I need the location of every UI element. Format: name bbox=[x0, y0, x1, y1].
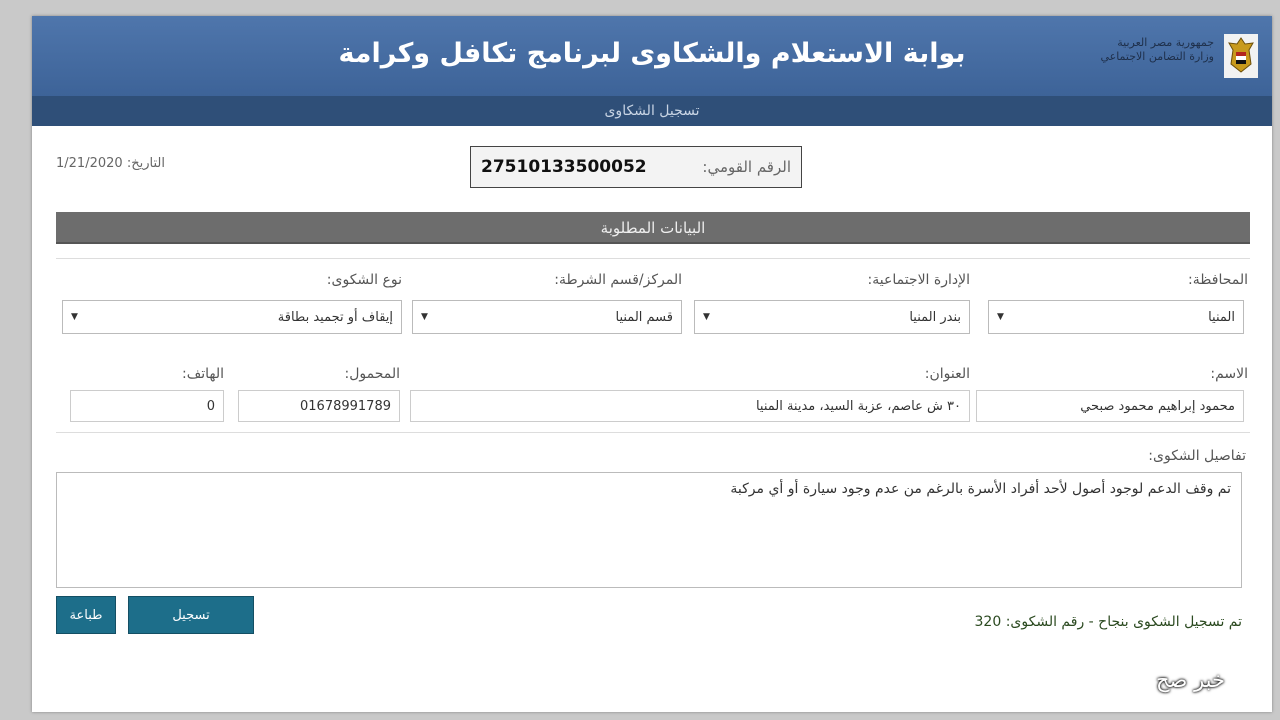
police-center-select[interactable]: قسم المنيا ▼ bbox=[412, 300, 682, 334]
governorate-value: المنيا bbox=[1208, 309, 1235, 325]
national-id-field[interactable]: الرقم القومي: 27510133500052 bbox=[470, 146, 802, 188]
complaint-type-label: نوع الشكوى: bbox=[326, 272, 402, 288]
mobile-label: المحمول: bbox=[344, 366, 400, 382]
ministry-line-1: جمهورية مصر العربية bbox=[1117, 36, 1214, 49]
police-center-value: قسم المنيا bbox=[615, 309, 674, 325]
date-display: التاريخ: 1/21/2020 bbox=[56, 156, 165, 171]
ministry-line-2: وزارة التضامن الاجتماعي bbox=[1100, 50, 1214, 63]
dropdown-arrow-icon: ▼ bbox=[997, 312, 1004, 322]
address-input[interactable]: ٣٠ ش عاصم، عزبة السيد، مدينة المنيا bbox=[410, 390, 970, 422]
mobile-input[interactable]: 01678991789 bbox=[238, 390, 400, 422]
national-id-label: الرقم القومي: bbox=[702, 158, 791, 176]
governorate-label: المحافظة: bbox=[1188, 272, 1248, 288]
required-data-section-title: البيانات المطلوبة bbox=[56, 212, 1250, 244]
phone-label: الهاتف: bbox=[182, 366, 224, 382]
complaint-type-value: إيقاف أو تجميد بطاقة bbox=[277, 309, 393, 325]
address-label: العنوان: bbox=[924, 366, 970, 382]
ministry-name: جمهورية مصر العربية وزارة التضامن الاجتم… bbox=[1054, 36, 1214, 64]
date-value: 1/21/2020 bbox=[56, 156, 123, 171]
divider bbox=[56, 432, 1250, 433]
police-center-label: المركز/قسم الشرطة: bbox=[554, 272, 682, 288]
complaint-details-label: تفاصيل الشكوى: bbox=[1148, 448, 1246, 464]
dropdown-arrow-icon: ▼ bbox=[71, 312, 78, 322]
complaint-details-textarea[interactable]: تم وقف الدعم لوجود أصول لأحد أفراد الأسر… bbox=[56, 472, 1242, 588]
divider bbox=[56, 258, 1250, 259]
date-label: التاريخ: bbox=[126, 156, 165, 171]
submit-button[interactable]: تسجيل bbox=[128, 596, 254, 634]
social-admin-select[interactable]: بندر المنيا ▼ bbox=[694, 300, 970, 334]
success-message: تم تسجيل الشكوى بنجاح - رقم الشكوى: 320 bbox=[974, 614, 1242, 630]
print-button[interactable]: طباعة bbox=[56, 596, 116, 634]
social-admin-label: الإدارة الاجتماعية: bbox=[867, 272, 970, 288]
governorate-select[interactable]: المنيا ▼ bbox=[988, 300, 1244, 334]
portal-header: بوابة الاستعلام والشكاوى لبرنامج تكافل و… bbox=[32, 16, 1272, 96]
phone-input[interactable]: 0 bbox=[70, 390, 224, 422]
name-label: الاسم: bbox=[1210, 366, 1248, 382]
portal-window: بوابة الاستعلام والشكاوى لبرنامج تكافل و… bbox=[32, 16, 1272, 712]
social-admin-value: بندر المنيا bbox=[909, 309, 961, 325]
national-id-value: 27510133500052 bbox=[481, 157, 647, 177]
site-watermark: خبر صح bbox=[1156, 668, 1225, 692]
dropdown-arrow-icon: ▼ bbox=[421, 312, 428, 322]
complaint-type-select[interactable]: إيقاف أو تجميد بطاقة ▼ bbox=[62, 300, 402, 334]
name-input[interactable]: محمود إبراهيم محمود صبحي bbox=[976, 390, 1244, 422]
page-subtitle: تسجيل الشكاوى bbox=[32, 96, 1272, 126]
dropdown-arrow-icon: ▼ bbox=[703, 312, 710, 322]
eagle-emblem-icon bbox=[1224, 34, 1258, 78]
